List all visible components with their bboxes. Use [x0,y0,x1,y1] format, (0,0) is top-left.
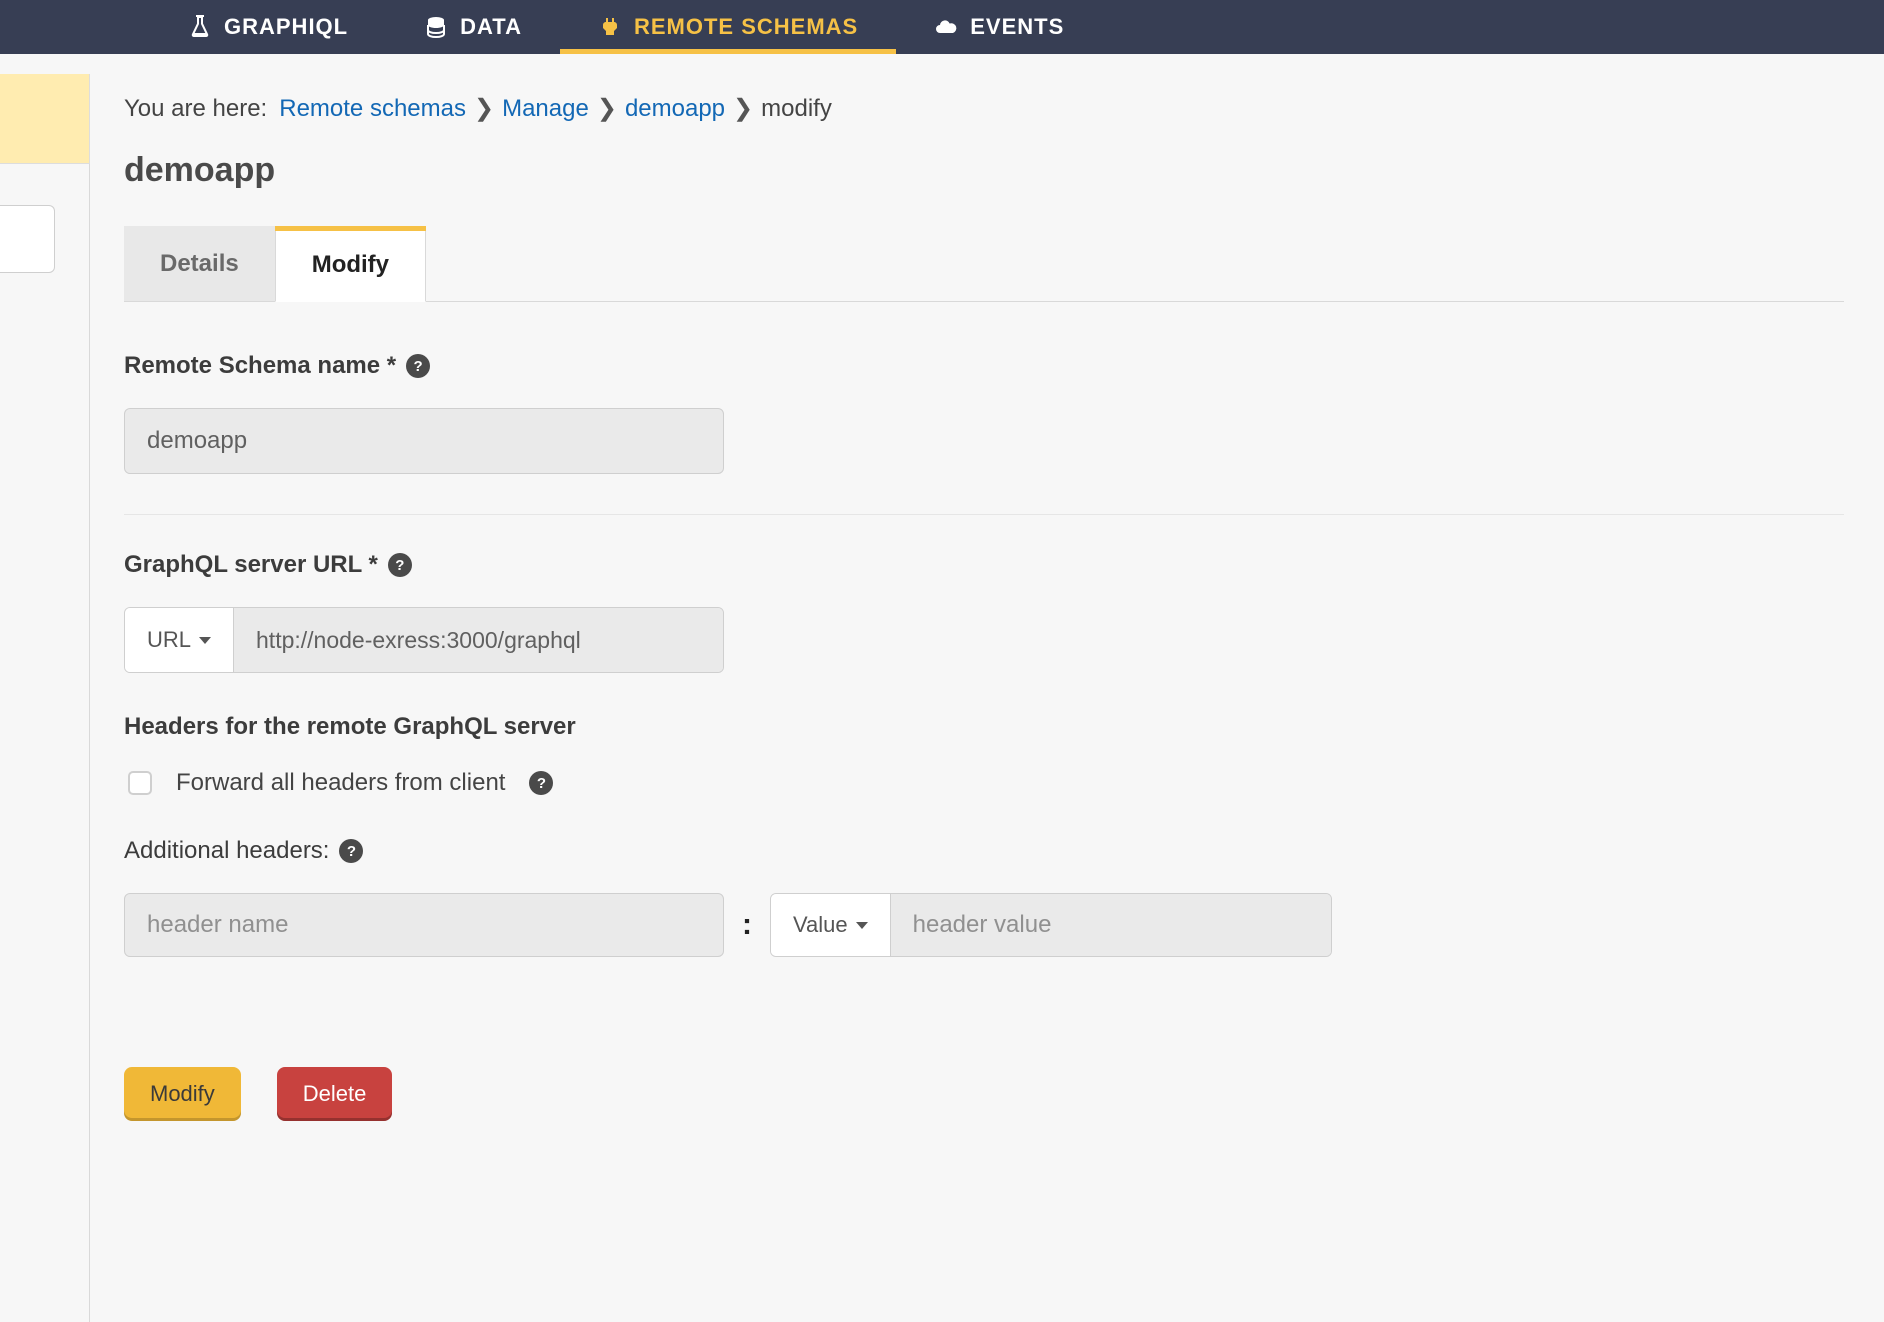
sidebar-active-highlight [0,74,90,164]
nav-graphiql[interactable]: GRAPHIQL [150,0,386,54]
help-icon[interactable]: ? [388,553,412,577]
chevron-right-icon: ❯ [474,94,494,123]
url-label: GraphQL server URL * ? [124,551,1844,579]
breadcrumb-remote-schemas[interactable]: Remote schemas [279,95,466,123]
tab-details[interactable]: Details [124,226,275,301]
additional-label-text: Additional headers: [124,837,329,865]
breadcrumb-demoapp[interactable]: demoapp [625,95,725,123]
headers-label-text: Headers for the remote GraphQL server [124,713,576,741]
nav-remote-schemas[interactable]: REMOTE SCHEMAS [560,0,896,54]
help-icon[interactable]: ? [339,839,363,863]
header-name-input[interactable] [124,893,724,957]
help-icon[interactable]: ? [406,354,430,378]
divider [124,514,1844,515]
url-input[interactable] [234,608,723,672]
delete-button[interactable]: Delete [277,1067,393,1121]
nav-label: DATA [460,14,522,40]
section-name: Remote Schema name * ? [124,352,1844,474]
headers-label: Headers for the remote GraphQL server [124,713,1844,741]
breadcrumb-modify: modify [761,95,832,123]
flask-icon [188,15,212,39]
top-nav: GRAPHIQL DATA REMOTE SCHEMAS EVENTS [0,0,1884,54]
nav-label: EVENTS [970,14,1064,40]
url-row: URL [124,607,724,673]
button-row: Modify Delete [124,1067,1844,1121]
database-icon [424,15,448,39]
chevron-down-icon [199,637,211,644]
header-value-type-selector[interactable]: Value [771,894,891,956]
sidebar-box [0,205,55,273]
modify-button[interactable]: Modify [124,1067,241,1121]
name-label-text: Remote Schema name * [124,352,396,380]
form-body: Remote Schema name * ? GraphQL server UR… [124,302,1844,1121]
nav-data[interactable]: DATA [386,0,560,54]
cloud-icon [934,15,958,39]
chevron-right-icon: ❯ [733,94,753,123]
url-type-label: URL [147,627,191,653]
name-input[interactable] [124,408,724,474]
header-value-group: Value [770,893,1332,957]
page-title: demoapp [124,151,1844,190]
forward-checkbox[interactable] [128,771,152,795]
url-label-text: GraphQL server URL * [124,551,378,579]
section-additional: Additional headers: ? : Value [124,837,1844,957]
header-value-input[interactable] [891,894,1331,956]
name-label: Remote Schema name * ? [124,352,1844,380]
breadcrumb: You are here: Remote schemas ❯ Manage ❯ … [124,94,1844,123]
breadcrumb-manage[interactable]: Manage [502,95,589,123]
tabs: Details Modify [124,226,1844,302]
tab-modify[interactable]: Modify [275,226,426,302]
help-icon[interactable]: ? [529,771,553,795]
chevron-right-icon: ❯ [597,94,617,123]
url-type-selector[interactable]: URL [125,608,234,672]
forward-row: Forward all headers from client ? [124,769,1844,797]
chevron-down-icon [856,922,868,929]
header-value-type-label: Value [793,912,848,938]
forward-label: Forward all headers from client [176,769,505,797]
colon-separator: : [742,908,752,942]
main-content: You are here: Remote schemas ❯ Manage ❯ … [90,54,1884,1322]
section-headers: Headers for the remote GraphQL server Fo… [124,713,1844,797]
nav-events[interactable]: EVENTS [896,0,1102,54]
nav-label: GRAPHIQL [224,14,348,40]
nav-label: REMOTE SCHEMAS [634,14,858,40]
plug-icon [598,15,622,39]
additional-label: Additional headers: ? [124,837,1844,865]
section-url: GraphQL server URL * ? URL [124,551,1844,673]
breadcrumb-here-label: You are here: [124,95,267,123]
header-row: : Value [124,893,1844,957]
